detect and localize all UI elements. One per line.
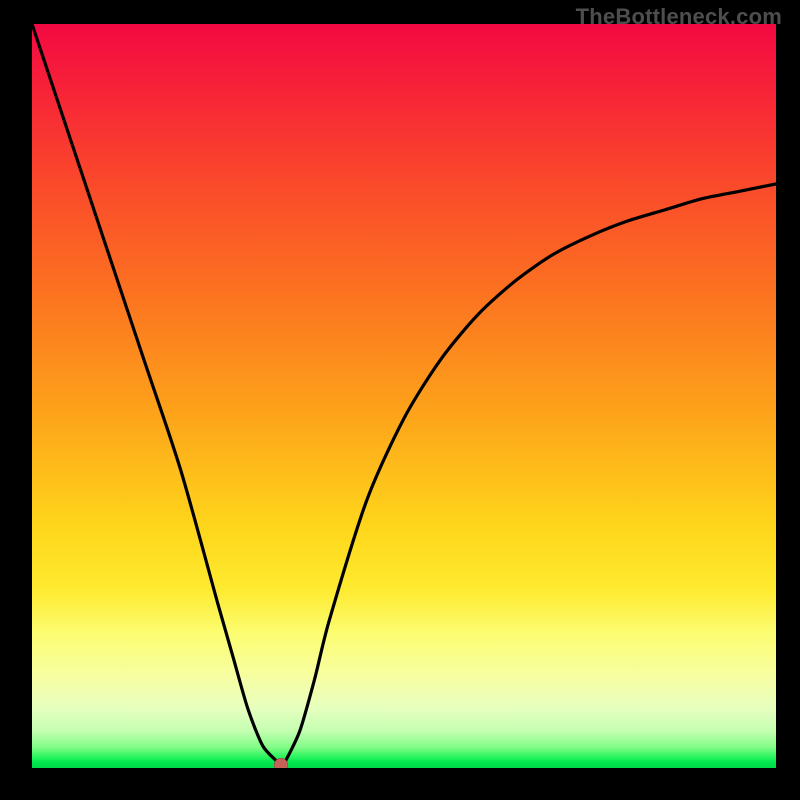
watermark-text: TheBottleneck.com [576, 4, 782, 30]
bottleneck-curve [32, 24, 776, 768]
plot-area [32, 24, 776, 768]
curve-path [32, 24, 776, 768]
minimum-marker [274, 758, 288, 768]
chart-frame: TheBottleneck.com [0, 0, 800, 800]
